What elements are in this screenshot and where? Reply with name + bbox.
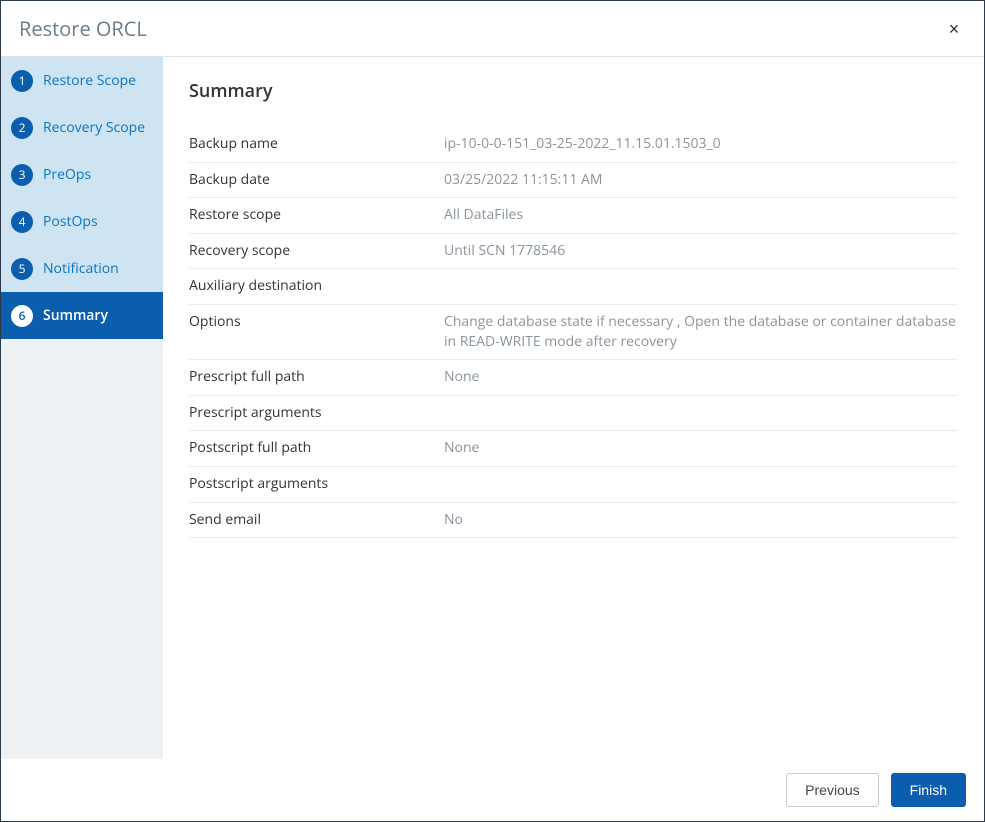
sidebar-item-label: Restore Scope	[43, 71, 136, 90]
summary-row-backup-date: Backup date 03/25/2022 11:15:11 AM	[189, 162, 958, 198]
summary-value	[444, 395, 958, 431]
restore-dialog: Restore ORCL × 1 Restore Scope 2 Recover…	[0, 0, 985, 822]
summary-label: Recovery scope	[189, 233, 444, 269]
summary-row-prescript-path: Prescript full path None	[189, 360, 958, 396]
previous-button[interactable]: Previous	[786, 773, 878, 807]
summary-label: Options	[189, 304, 444, 359]
sidebar-item-label: Recovery Scope	[43, 118, 145, 137]
step-number-icon: 5	[11, 258, 33, 280]
summary-row-send-email: Send email No	[189, 502, 958, 538]
summary-value	[444, 269, 958, 305]
step-number-icon: 6	[11, 305, 33, 327]
close-icon: ×	[949, 19, 960, 39]
summary-value: None	[444, 431, 958, 467]
dialog-footer: Previous Finish	[1, 759, 984, 821]
step-number-icon: 3	[11, 164, 33, 186]
dialog-title: Restore ORCL	[19, 15, 147, 42]
main-panel: Summary Backup name ip-10-0-0-151_03-25-…	[163, 57, 984, 759]
step-number-icon: 1	[11, 70, 33, 92]
dialog-header: Restore ORCL ×	[1, 1, 984, 57]
summary-label: Backup name	[189, 127, 444, 162]
summary-row-options: Options Change database state if necessa…	[189, 304, 958, 359]
page-heading: Summary	[189, 79, 958, 103]
sidebar-item-recovery-scope[interactable]: 2 Recovery Scope	[1, 104, 163, 151]
summary-row-recovery-scope: Recovery scope Until SCN 1778546	[189, 233, 958, 269]
summary-row-auxiliary-destination: Auxiliary destination	[189, 269, 958, 305]
sidebar-item-notification[interactable]: 5 Notification	[1, 245, 163, 292]
sidebar-item-postops[interactable]: 4 PostOps	[1, 198, 163, 245]
summary-label: Postscript arguments	[189, 466, 444, 502]
step-number-icon: 4	[11, 211, 33, 233]
summary-value: None	[444, 360, 958, 396]
summary-row-postscript-arguments: Postscript arguments	[189, 466, 958, 502]
summary-row-prescript-arguments: Prescript arguments	[189, 395, 958, 431]
summary-value: Change database state if necessary , Ope…	[444, 304, 958, 359]
sidebar-item-preops[interactable]: 3 PreOps	[1, 151, 163, 198]
close-button[interactable]: ×	[942, 17, 966, 41]
summary-value: No	[444, 502, 958, 538]
finish-button[interactable]: Finish	[891, 773, 966, 807]
sidebar-item-label: Notification	[43, 259, 119, 278]
sidebar-item-label: PreOps	[43, 165, 91, 184]
sidebar-item-label: PostOps	[43, 212, 98, 231]
summary-table: Backup name ip-10-0-0-151_03-25-2022_11.…	[189, 127, 958, 538]
summary-label: Send email	[189, 502, 444, 538]
sidebar-item-restore-scope[interactable]: 1 Restore Scope	[1, 57, 163, 104]
summary-row-postscript-path: Postscript full path None	[189, 431, 958, 467]
summary-row-restore-scope: Restore scope All DataFiles	[189, 198, 958, 234]
summary-value: All DataFiles	[444, 198, 958, 234]
summary-value: Until SCN 1778546	[444, 233, 958, 269]
summary-value	[444, 466, 958, 502]
summary-value: ip-10-0-0-151_03-25-2022_11.15.01.1503_0	[444, 127, 958, 162]
summary-label: Prescript arguments	[189, 395, 444, 431]
summary-row-backup-name: Backup name ip-10-0-0-151_03-25-2022_11.…	[189, 127, 958, 162]
summary-label: Backup date	[189, 162, 444, 198]
sidebar-item-summary[interactable]: 6 Summary	[1, 292, 163, 339]
dialog-body: 1 Restore Scope 2 Recovery Scope 3 PreOp…	[1, 57, 984, 759]
summary-label: Restore scope	[189, 198, 444, 234]
sidebar-item-label: Summary	[43, 306, 108, 325]
summary-label: Prescript full path	[189, 360, 444, 396]
summary-label: Auxiliary destination	[189, 269, 444, 305]
wizard-sidebar: 1 Restore Scope 2 Recovery Scope 3 PreOp…	[1, 57, 163, 759]
summary-label: Postscript full path	[189, 431, 444, 467]
step-number-icon: 2	[11, 117, 33, 139]
summary-value: 03/25/2022 11:15:11 AM	[444, 162, 958, 198]
